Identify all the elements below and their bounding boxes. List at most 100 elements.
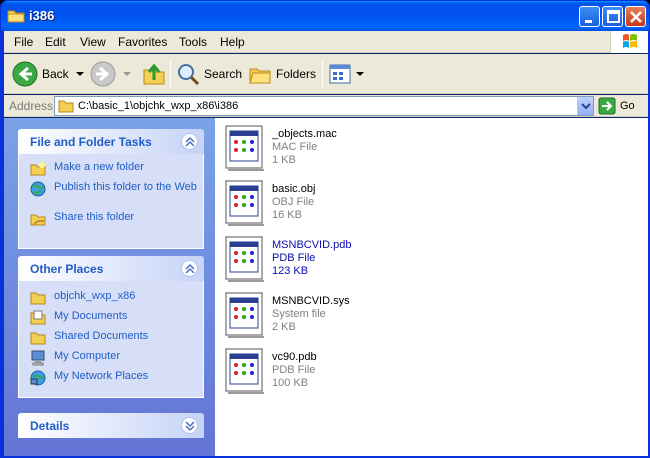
globe-icon: [30, 181, 46, 197]
task-make-new-folder[interactable]: Make a new folder: [19, 161, 203, 181]
chevron-down-icon[interactable]: [122, 69, 132, 79]
folder-icon: [30, 332, 46, 345]
menu-favorites[interactable]: Favorites: [118, 35, 167, 49]
folder-icon: [30, 292, 46, 305]
menu-help[interactable]: Help: [220, 35, 245, 49]
file-item[interactable]: vc90.pdb PDB File 100 KB: [225, 345, 475, 397]
computer-icon: [31, 350, 45, 366]
go-button[interactable]: Go: [598, 97, 635, 115]
close-button[interactable]: [625, 6, 646, 27]
address-dropdown-button[interactable]: [577, 97, 593, 115]
expand-chevron-icon[interactable]: [181, 417, 198, 434]
task-label: Share this folder: [54, 211, 135, 223]
file-size: 16 KB: [272, 209, 302, 221]
file-folder-tasks-panel: File and Folder Tasks Make a new folder …: [18, 129, 204, 249]
share-folder-icon: [30, 214, 46, 226]
search-label: Search: [204, 67, 243, 81]
search-icon: [178, 64, 200, 86]
address-bar: Address C:\basic_1\objchk_wxp_x86\i386 G…: [4, 95, 648, 117]
panel-title: File and Folder Tasks: [30, 135, 152, 149]
file-icon: [225, 292, 264, 338]
file-item-selected[interactable]: MSNBCVID.pdb PDB File 123 KB: [225, 233, 475, 285]
file-list: _objects.mac MAC File 1 KB basic.obj OBJ…: [215, 118, 648, 456]
task-pane: File and Folder Tasks Make a new folder …: [4, 118, 215, 456]
file-icon: [225, 125, 264, 171]
file-type: PDB File: [272, 252, 316, 264]
place-label: My Network Places: [54, 370, 149, 382]
file-name: basic.obj: [272, 183, 316, 195]
collapse-chevron-icon[interactable]: [181, 133, 198, 150]
panel-title: Other Places: [30, 262, 104, 276]
minimize-button[interactable]: [579, 6, 600, 27]
folders-button[interactable]: Folders: [248, 59, 316, 89]
file-item[interactable]: _objects.mac MAC File 1 KB: [225, 122, 475, 174]
menu-file[interactable]: File: [14, 35, 33, 49]
task-label: Publish this folder to the Web: [54, 181, 197, 193]
file-name: MSNBCVID.pdb: [272, 239, 352, 251]
window-title: i386: [29, 8, 55, 23]
toolbar: Back Search Folders: [4, 54, 648, 94]
back-label: Back: [42, 67, 69, 81]
panel-header[interactable]: Other Places: [18, 256, 204, 281]
menu-tools[interactable]: Tools: [179, 35, 207, 49]
place-label: Shared Documents: [54, 330, 149, 342]
title-bar[interactable]: i386: [1, 1, 649, 31]
folder-icon: [7, 8, 25, 23]
file-icon: [225, 180, 264, 226]
place-my-network[interactable]: My Network Places: [19, 370, 203, 390]
address-path: C:\basic_1\objchk_wxp_x86\i386: [78, 100, 239, 112]
documents-icon: [30, 310, 46, 325]
views-icon: [329, 64, 351, 84]
file-name: MSNBCVID.sys: [272, 295, 350, 307]
maximize-button[interactable]: [602, 6, 623, 27]
other-places-panel: Other Places objchk_wxp_x86 My Documents…: [18, 256, 204, 398]
file-size: 1 KB: [272, 154, 296, 166]
search-button[interactable]: Search: [176, 59, 242, 89]
panel-header[interactable]: Details: [18, 413, 204, 438]
file-item[interactable]: basic.obj OBJ File 16 KB: [225, 177, 475, 229]
file-size: 2 KB: [272, 321, 296, 333]
place-shared-documents[interactable]: Shared Documents: [19, 330, 203, 350]
go-label: Go: [620, 100, 635, 112]
task-label: Make a new folder: [54, 161, 144, 173]
place-my-computer[interactable]: My Computer: [19, 350, 203, 370]
address-input[interactable]: C:\basic_1\objchk_wxp_x86\i386: [54, 96, 594, 116]
file-type: OBJ File: [272, 196, 315, 208]
panel-header[interactable]: File and Folder Tasks: [18, 129, 204, 154]
panel-title: Details: [30, 419, 70, 433]
folder-icon: [58, 100, 74, 113]
forward-arrow-icon: [90, 61, 116, 87]
menu-view[interactable]: View: [80, 35, 106, 49]
views-button[interactable]: [328, 59, 365, 89]
network-icon: [30, 370, 46, 386]
task-share-folder[interactable]: Share this folder: [19, 211, 203, 231]
file-type: PDB File: [272, 364, 316, 376]
back-arrow-icon: [12, 61, 38, 87]
file-size: 100 KB: [272, 377, 309, 389]
chevron-down-icon: [581, 103, 591, 110]
back-button[interactable]: Back: [12, 59, 85, 89]
panel-body: objchk_wxp_x86 My Documents Shared Docum…: [18, 281, 204, 398]
task-publish-web[interactable]: Publish this folder to the Web: [19, 181, 203, 211]
collapse-chevron-icon[interactable]: [181, 260, 198, 277]
file-item[interactable]: MSNBCVID.sys System file 2 KB: [225, 289, 475, 341]
chevron-down-icon[interactable]: [355, 69, 365, 79]
menu-edit[interactable]: Edit: [45, 35, 66, 49]
details-panel: Details: [18, 413, 204, 438]
place-objchk[interactable]: objchk_wxp_x86: [19, 290, 203, 310]
file-type: System file: [272, 308, 326, 320]
menu-bar: File Edit View Favorites Tools Help: [4, 31, 648, 53]
chevron-down-icon[interactable]: [75, 69, 85, 79]
forward-button[interactable]: [90, 59, 132, 89]
folders-label: Folders: [276, 67, 317, 81]
panel-body: Make a new folder Publish this folder to…: [18, 154, 204, 249]
up-folder-button[interactable]: [142, 59, 166, 89]
file-icon: [225, 236, 264, 282]
place-my-documents[interactable]: My Documents: [19, 310, 203, 330]
new-folder-icon: [30, 162, 46, 176]
place-label: My Computer: [54, 350, 121, 362]
address-label: Address: [9, 99, 54, 113]
place-label: objchk_wxp_x86: [54, 290, 136, 302]
file-name: _objects.mac: [272, 128, 337, 140]
folders-icon: [249, 68, 271, 84]
